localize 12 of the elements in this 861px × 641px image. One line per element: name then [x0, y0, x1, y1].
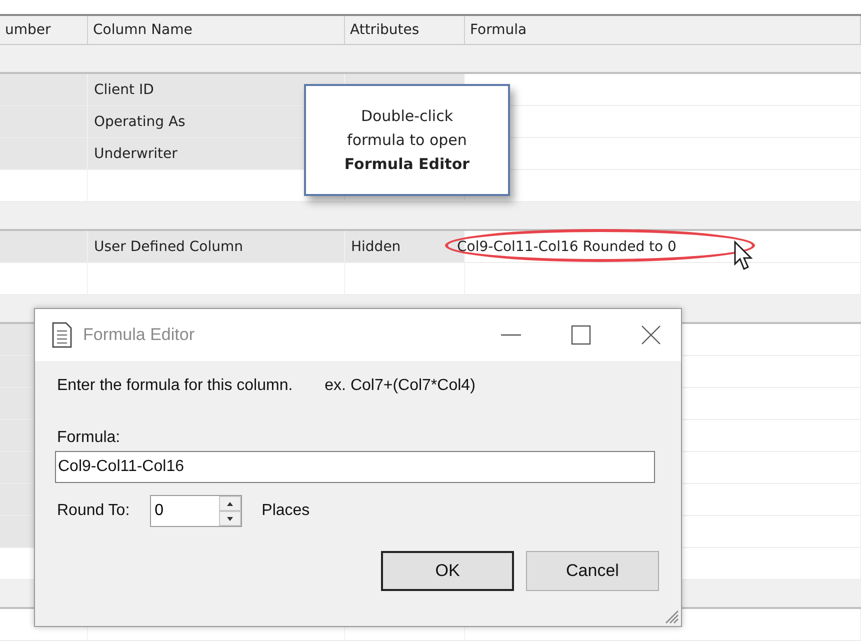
round-to-label: Round To:: [57, 502, 130, 520]
window-title: Formula Editor: [83, 325, 196, 345]
table-cell: Client ID: [94, 82, 154, 98]
table-cell: Underwriter: [94, 146, 178, 162]
formula-label: Formula:: [57, 429, 122, 447]
callout-text: Double-click formula to open Formula Editor: [344, 106, 470, 175]
instruction-text: Enter the formula for this column.: [57, 377, 293, 395]
example-text: ex. Col7+(Col7*Col4): [324, 377, 476, 395]
table-cell: Operating As: [94, 114, 186, 130]
table-cell: User Defined Column: [94, 238, 244, 254]
places-label: Places: [262, 502, 310, 520]
table-cell: Hidden: [351, 238, 401, 254]
